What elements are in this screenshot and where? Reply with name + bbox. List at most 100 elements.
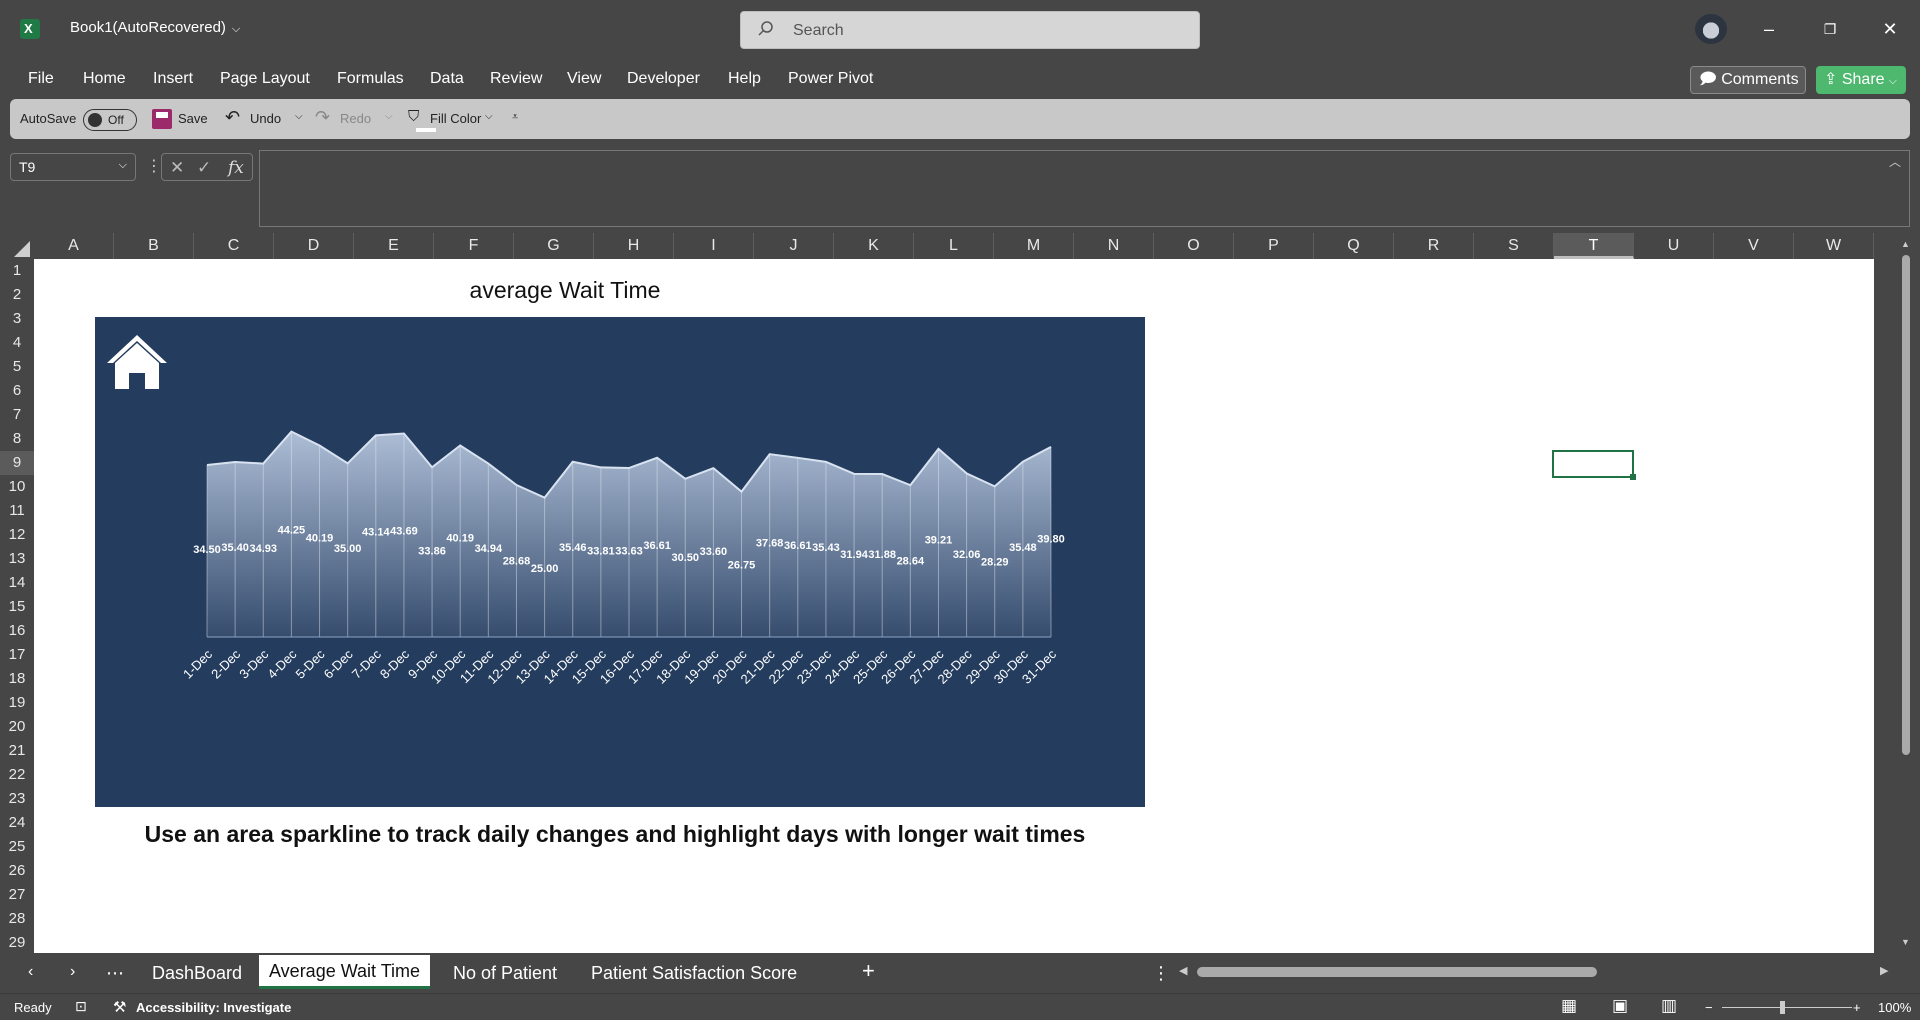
row-header-11[interactable]: 11 [0, 499, 34, 523]
horizontal-scrollbar[interactable]: ◀ ▶ [1175, 962, 1895, 982]
column-header-s[interactable]: S [1474, 233, 1554, 259]
row-header-3[interactable]: 3 [0, 307, 34, 331]
row-header-6[interactable]: 6 [0, 379, 34, 403]
vertical-scroll-thumb[interactable] [1902, 255, 1910, 755]
row-header-25[interactable]: 25 [0, 835, 34, 859]
row-header-20[interactable]: 20 [0, 715, 34, 739]
minimize-icon[interactable]: – [1754, 16, 1784, 42]
close-icon[interactable]: ✕ [1875, 16, 1905, 42]
document-title[interactable]: Book1(AutoRecovered) ⌵ [70, 19, 240, 36]
row-header-26[interactable]: 26 [0, 859, 34, 883]
undo-button[interactable]: Undo [250, 111, 281, 126]
zoom-out-icon[interactable]: − [1705, 1000, 1713, 1015]
column-header-c[interactable]: C [194, 233, 274, 259]
row-header-12[interactable]: 12 [0, 523, 34, 547]
customize-toolbar-icon[interactable]: ⩡ [512, 111, 518, 124]
save-icon[interactable] [152, 109, 172, 129]
save-button[interactable]: Save [178, 111, 208, 126]
vertical-scrollbar[interactable]: ▲ ▼ [1898, 237, 1914, 953]
undo-icon[interactable]: ↶ [225, 107, 240, 128]
accessibility-status[interactable]: Accessibility: Investigate [136, 1000, 291, 1015]
undo-dropdown-icon[interactable]: ⌵ [295, 111, 303, 122]
column-header-i[interactable]: I [674, 233, 754, 259]
tab-power-pivot[interactable]: Power Pivot [788, 70, 873, 88]
more-options-icon[interactable]: ⋮ [1152, 963, 1170, 984]
row-header-10[interactable]: 10 [0, 475, 34, 499]
row-header-19[interactable]: 19 [0, 691, 34, 715]
select-all-icon[interactable] [14, 241, 30, 257]
row-header-15[interactable]: 15 [0, 595, 34, 619]
tab-help[interactable]: Help [728, 70, 761, 88]
next-sheet-icon[interactable]: › [70, 963, 75, 981]
row-header-13[interactable]: 13 [0, 547, 34, 571]
row-header-9[interactable]: 9 [0, 451, 34, 475]
row-header-23[interactable]: 23 [0, 787, 34, 811]
column-header-g[interactable]: G [514, 233, 594, 259]
row-header-16[interactable]: 16 [0, 619, 34, 643]
collapse-formula-bar-icon[interactable]: ︿ [1889, 153, 1901, 170]
row-header-8[interactable]: 8 [0, 427, 34, 451]
comments-button[interactable]: 🗩 Comments [1690, 66, 1806, 94]
tab-review[interactable]: Review [490, 70, 542, 88]
fill-color-button[interactable]: Fill Color [430, 111, 481, 126]
column-header-u[interactable]: U [1634, 233, 1714, 259]
tab-formulas[interactable]: Formulas [337, 70, 404, 88]
column-header-d[interactable]: D [274, 233, 354, 259]
sheet-tab-patient-satisfaction-score[interactable]: Patient Satisfaction Score [591, 963, 797, 984]
column-header-t[interactable]: T [1554, 233, 1634, 259]
row-header-2[interactable]: 2 [0, 283, 34, 307]
scroll-up-icon[interactable]: ▲ [1901, 239, 1910, 249]
name-box[interactable]: T9 ⌵ [10, 153, 136, 181]
fill-color-dropdown-icon[interactable]: ⌵ [485, 111, 493, 122]
column-header-b[interactable]: B [114, 233, 194, 259]
scroll-down-icon[interactable]: ▼ [1901, 937, 1910, 947]
more-sheets-icon[interactable]: ⋯ [106, 963, 124, 984]
page-break-view-icon[interactable]: ▥ [1661, 996, 1677, 1016]
selected-cell[interactable] [1552, 450, 1636, 480]
row-header-4[interactable]: 4 [0, 331, 34, 355]
row-header-7[interactable]: 7 [0, 403, 34, 427]
zoom-slider[interactable] [1722, 1007, 1852, 1008]
chart-area[interactable]: 34.50 35.40 34.93 44.25 40.19 35.00 43.14 43.69… [95, 317, 1145, 807]
normal-view-icon[interactable]: ▦ [1561, 996, 1577, 1016]
scroll-left-icon[interactable]: ◀ [1179, 964, 1187, 977]
column-header-o[interactable]: O [1154, 233, 1234, 259]
tab-page-layout[interactable]: Page Layout [220, 70, 310, 88]
tab-data[interactable]: Data [430, 70, 464, 88]
tab-file[interactable]: File [28, 70, 54, 88]
zoom-level[interactable]: 100% [1878, 1000, 1911, 1015]
row-header-17[interactable]: 17 [0, 643, 34, 667]
column-header-k[interactable]: K [834, 233, 914, 259]
fill-color-icon[interactable]: ⛉ [408, 108, 419, 125]
sheet-tab-no-of-patient[interactable]: No of Patient [453, 963, 557, 984]
redo-icon[interactable]: ↷ [315, 107, 330, 128]
column-header-q[interactable]: Q [1314, 233, 1394, 259]
tab-home[interactable]: Home [83, 70, 126, 88]
column-header-w[interactable]: W [1794, 233, 1874, 259]
macro-record-icon[interactable]: ⊡ [75, 998, 87, 1015]
formula-input[interactable]: ︿ [259, 150, 1910, 227]
column-header-j[interactable]: J [754, 233, 834, 259]
enter-icon[interactable]: ✓ [197, 158, 211, 178]
zoom-slider-thumb[interactable] [1780, 1001, 1785, 1014]
page-layout-view-icon[interactable]: ▣ [1612, 996, 1628, 1016]
redo-button[interactable]: Redo [340, 111, 371, 126]
column-header-p[interactable]: P [1234, 233, 1314, 259]
row-header-28[interactable]: 28 [0, 907, 34, 931]
search-box[interactable]: Search [740, 11, 1200, 49]
worksheet[interactable]: average Wait Time 34.50 35.40 34.93 44.25 40… [34, 259, 1874, 953]
row-header-22[interactable]: 22 [0, 763, 34, 787]
tab-view[interactable]: View [567, 70, 601, 88]
previous-sheet-icon[interactable]: ‹ [28, 963, 33, 981]
column-header-e[interactable]: E [354, 233, 434, 259]
column-header-h[interactable]: H [594, 233, 674, 259]
column-header-m[interactable]: M [994, 233, 1074, 259]
zoom-in-icon[interactable]: + [1853, 1000, 1861, 1015]
row-header-21[interactable]: 21 [0, 739, 34, 763]
tab-developer[interactable]: Developer [627, 70, 700, 88]
user-avatar[interactable] [1695, 14, 1727, 44]
column-header-f[interactable]: F [434, 233, 514, 259]
column-header-n[interactable]: N [1074, 233, 1154, 259]
accessibility-icon[interactable]: ⚒ [113, 998, 126, 1016]
cancel-icon[interactable]: ✕ [170, 158, 184, 178]
